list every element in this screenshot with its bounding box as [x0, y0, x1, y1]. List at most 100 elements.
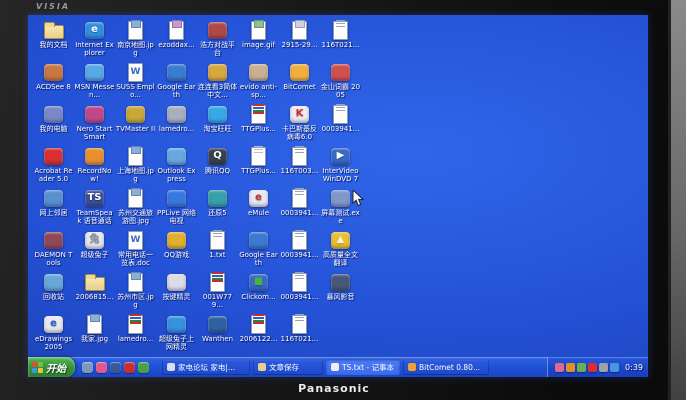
icon-super-rabbit[interactable]: 兔 超级兔子: [74, 230, 115, 272]
icon-recycle-bin[interactable]: 回收站: [33, 272, 74, 314]
icon-bitcomet[interactable]: BitComet: [279, 62, 320, 104]
icon-intervideo-windvd-7[interactable]: ▶ InterVideo WinDVD 7: [320, 146, 361, 188]
icon-acrobat-reader-5[interactable]: Acrobat Reader 5.0: [33, 146, 74, 188]
icon-file-0003941-b[interactable]: 0003941...: [279, 188, 320, 230]
tray-emule-icon[interactable]: [577, 362, 587, 372]
icon-clickomania[interactable]: ■ Clickom...: [238, 272, 279, 314]
icon-taobao-wangwang[interactable]: 淘宝旺旺: [197, 104, 238, 146]
icon-file-116t003[interactable]: 116T003...: [279, 146, 320, 188]
icon-recordnow[interactable]: RecordNow!: [74, 146, 115, 188]
taskbar: 开始 家电论坛 家电|... 文章保存 TS.txt - 记事本 BitCome…: [28, 357, 648, 377]
desktop-icon-label: DAEMON Tools: [34, 251, 73, 267]
icon-google-earth-2[interactable]: Google Earth: [238, 230, 279, 272]
tray-player-icon[interactable]: [566, 362, 576, 372]
icon-phone-list-doc[interactable]: W 常用电话一览表.doc: [115, 230, 156, 272]
tray-kaspersky-icon[interactable]: [588, 362, 598, 372]
icon-kaspersky-av-6[interactable]: K 卡巴斯基反病毒6.0: [279, 104, 320, 146]
icon-pplive[interactable]: PPLive 网络电视: [156, 188, 197, 230]
icon-evido-antispy[interactable]: evido anti-sp...: [238, 62, 279, 104]
monitor-bezel: VISIA 我的文档 e Internet Explorer 南京地图.jpg …: [0, 0, 686, 400]
icon-haofang-platform[interactable]: 浩方对战平台: [197, 20, 238, 62]
quick-launch-qq-icon[interactable]: [96, 361, 107, 373]
icon-ezoddax-file[interactable]: ezoddax...: [156, 20, 197, 62]
icon-file-0003941-c[interactable]: 0003941...: [279, 230, 320, 272]
desktop-icon-label: 我的电脑: [39, 125, 68, 133]
icon-tencent-qq[interactable]: Q 腾讯QQ: [197, 146, 238, 188]
icon-image-gif[interactable]: image.gif: [238, 20, 279, 62]
icon-archive-2006122[interactable]: 2006122...: [238, 314, 279, 356]
task-button-notepad[interactable]: TS.txt - 记事本: [326, 359, 400, 375]
desktop-icon-label: 116T003...: [280, 167, 319, 175]
task-button-label: 家电论坛 家电|...: [178, 362, 236, 372]
icon-super-rabbit-net-wizard[interactable]: 超级兔子上网精灵: [156, 314, 197, 356]
desktop-icon-label: 0003941...: [321, 125, 360, 133]
desktop-icon-label: 0003941...: [280, 251, 319, 259]
desktop-icon-label: 连连看3简体中文...: [197, 83, 238, 99]
desktop-icon-label: TTGPlus...: [241, 167, 276, 175]
start-button-label: 开始: [46, 363, 66, 375]
icon-shanghai-map-jpg[interactable]: 上海地图.jpg: [115, 146, 156, 188]
icon-lamedro-archive[interactable]: lamedro...: [115, 314, 156, 356]
task-button-label: BitComet 0.80...: [419, 362, 481, 372]
icon-1-txt[interactable]: 1.txt: [197, 230, 238, 272]
icon-tvmaster-ii[interactable]: TVMaster II: [115, 104, 156, 146]
icon-photo-2915[interactable]: 2915-29...: [279, 20, 320, 62]
icon-edrawings-2005[interactable]: e eDrawings 2005: [33, 314, 74, 356]
icon-daemon-tools[interactable]: DAEMON Tools: [33, 230, 74, 272]
icon-wanthen[interactable]: Wanthen: [197, 314, 238, 356]
tray-volume-icon[interactable]: [599, 362, 609, 372]
icon-file-0003941-d[interactable]: 0003941...: [279, 272, 320, 314]
desktop[interactable]: 我的文档 e Internet Explorer 南京地图.jpg ezodda…: [28, 15, 648, 357]
desktop-icon-label: 腾讯QQ: [204, 167, 231, 175]
icon-google-earth[interactable]: Google Earth: [156, 62, 197, 104]
icon-file-0003941-a[interactable]: 0003941...: [320, 104, 361, 146]
desktop-icon-label: BitComet: [283, 83, 316, 91]
icon-file-116t021[interactable]: 116T021...: [320, 20, 361, 62]
icon-kingsoft-powerword-2005[interactable]: 金山词霸 2005: [320, 62, 361, 104]
icon-my-network-places[interactable]: 网上邻居: [33, 188, 74, 230]
icon-ttgplus-archive[interactable]: TTGPlus...: [238, 104, 279, 146]
desktop-icon-label: 1.txt: [209, 251, 226, 259]
desktop-icon-label: Wanthen: [201, 335, 234, 343]
icon-acdsee-8[interactable]: ACDSee 8: [33, 62, 74, 104]
icon-msn-messenger[interactable]: MSN Messen...: [74, 62, 115, 104]
icon-file-116t021-b[interactable]: 116T021...: [279, 314, 320, 356]
icon-outlook-express[interactable]: Outlook Express: [156, 146, 197, 188]
task-button-forum[interactable]: 家电论坛 家电|...: [162, 359, 250, 375]
icon-huanyuan-5[interactable]: 还原5: [197, 188, 238, 230]
icon-ttgplus-file[interactable]: TTGPlus...: [238, 146, 279, 188]
desktop-icon-label: lamedro...: [117, 335, 154, 343]
icon-archive-001w779[interactable]: 001W779...: [197, 272, 238, 314]
task-button-bitcomet[interactable]: BitComet 0.80...: [403, 359, 489, 375]
desktop-icon-label: 0003941...: [280, 293, 319, 301]
icon-anjian-jingling[interactable]: 按键精灵: [156, 272, 197, 314]
icon-my-computer[interactable]: 我的电脑: [33, 104, 74, 146]
icon-wojia-jpg[interactable]: 我家.jpg: [74, 314, 115, 356]
task-button-icon: [167, 363, 175, 371]
icon-my-documents[interactable]: 我的文档: [33, 20, 74, 62]
icon-suzhou-traffic-map-jpg[interactable]: 苏州交通旅游图.jpg: [115, 188, 156, 230]
desktop-icon-label: 超级兔子: [80, 251, 109, 259]
quick-launch-foxmail-icon[interactable]: [124, 361, 135, 373]
tray-qq-icon[interactable]: [555, 362, 565, 372]
icon-storm-player[interactable]: 暴风影音: [320, 272, 361, 314]
icon-internet-explorer[interactable]: e Internet Explorer: [74, 20, 115, 62]
quick-launch-show-desktop-icon[interactable]: [138, 361, 149, 373]
desktop-icon-label: 高质量全文翻译: [323, 251, 358, 267]
icon-teamspeak[interactable]: TS TeamSpeak 语音通话器: [74, 188, 115, 230]
icon-nero-startsmart[interactable]: Nero StartSmart: [74, 104, 115, 146]
tray-network-icon[interactable]: [610, 362, 620, 372]
icon-folder-2006815[interactable]: 2006815...: [74, 272, 115, 314]
quick-launch-media-icon[interactable]: [82, 361, 93, 373]
icon-emule[interactable]: e eMule: [238, 188, 279, 230]
icon-qq-games[interactable]: QQ游戏: [156, 230, 197, 272]
icon-lamedro-file[interactable]: lamedro...: [156, 104, 197, 146]
task-button-folder[interactable]: 文章保存: [253, 359, 323, 375]
icon-nanjing-map-jpg[interactable]: 南京地图.jpg: [115, 20, 156, 62]
icon-suss-doc[interactable]: W SUSS Emplo...: [115, 62, 156, 104]
start-button[interactable]: 开始: [28, 357, 75, 377]
icon-suzhou-city-jpg[interactable]: 苏州市区.jpg: [115, 272, 156, 314]
icon-fulltext-translate[interactable]: ▲ 高质量全文翻译: [320, 230, 361, 272]
quick-launch-player-icon[interactable]: [110, 361, 121, 373]
icon-lianliankan-3[interactable]: 连连看3简体中文...: [197, 62, 238, 104]
